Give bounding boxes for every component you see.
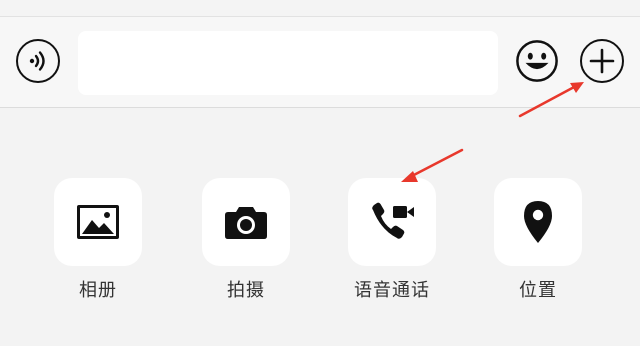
tool-tile <box>494 178 582 266</box>
more-functions-panel: 相册 拍摄 语音通话 位置 <box>0 108 640 346</box>
camera-icon <box>225 207 267 239</box>
plus-circle-icon <box>589 48 615 74</box>
tool-tile <box>54 178 142 266</box>
more-functions-button[interactable] <box>580 39 624 83</box>
tool-label: 拍摄 <box>227 280 265 301</box>
tool-label: 语音通话 <box>354 280 430 301</box>
top-strip <box>0 0 640 17</box>
emoji-button[interactable] <box>515 39 559 83</box>
tool-label: 相册 <box>79 280 117 301</box>
tool-voice-call[interactable]: 语音通话 <box>332 178 452 302</box>
tool-camera[interactable]: 拍摄 <box>186 178 306 302</box>
location-pin-icon <box>524 201 552 243</box>
smiley-face-icon <box>516 40 558 82</box>
photo-album-icon <box>77 205 119 239</box>
voice-input-button[interactable] <box>16 39 60 83</box>
tool-photo-album[interactable]: 相册 <box>38 178 158 302</box>
message-input[interactable] <box>78 31 498 95</box>
tool-tile <box>348 178 436 266</box>
tool-location[interactable]: 位置 <box>478 178 598 302</box>
voice-video-call-icon <box>372 202 414 239</box>
voice-wave-icon <box>29 51 45 71</box>
tool-tile <box>202 178 290 266</box>
tool-label: 位置 <box>519 280 557 301</box>
chat-input-bar <box>0 17 640 108</box>
